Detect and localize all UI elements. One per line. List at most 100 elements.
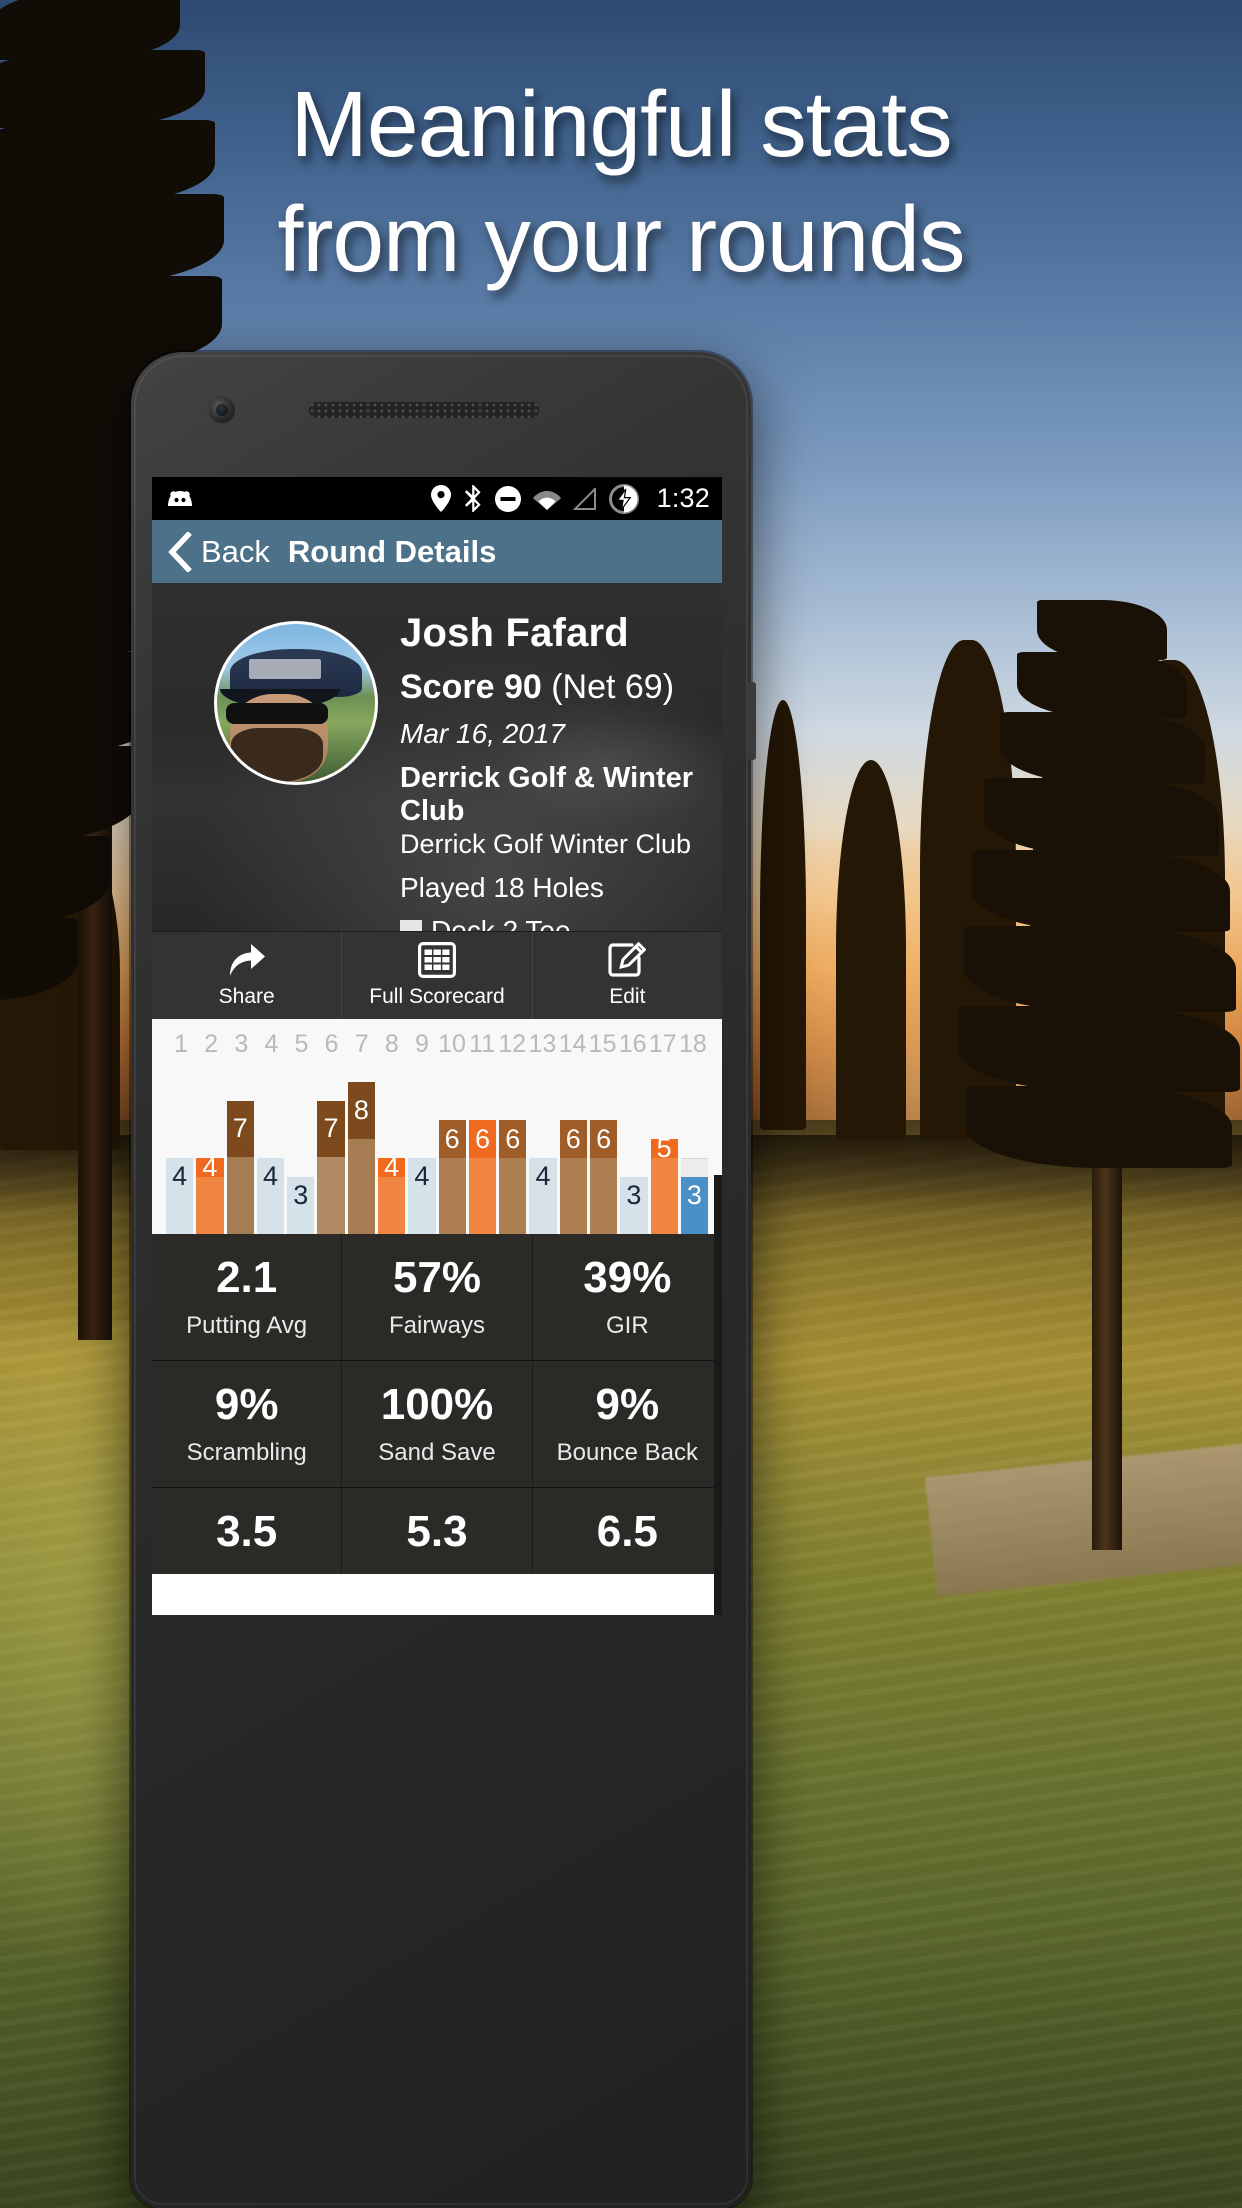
notification-icon [168, 490, 192, 506]
score-bar-body: 3 [620, 1177, 648, 1234]
score-bar: 7 [226, 1101, 254, 1234]
score-bar-column[interactable]: 6 [499, 1073, 527, 1234]
status-bar-notifications [166, 488, 431, 510]
stat-cell[interactable]: 100% Sand Save [342, 1361, 533, 1487]
hole-number: 8 [384, 1030, 399, 1058]
hole-number: 14 [558, 1030, 587, 1058]
stat-row: 2.1 Putting Avg 57% Fairways 39% GIR [152, 1234, 722, 1361]
stat-label: GIR [605, 1312, 649, 1339]
stat-cell[interactable]: 5.3 [342, 1488, 533, 1574]
chevron-left-icon [168, 531, 192, 572]
edit-button[interactable]: Edit [533, 932, 722, 1019]
full-scorecard-button[interactable]: Full Scorecard [342, 932, 533, 1019]
stat-cell[interactable]: 9% Scrambling [152, 1361, 343, 1487]
score-bar-column[interactable]: 6 [559, 1073, 587, 1234]
tee-color-swatch [400, 920, 422, 931]
score-value-label: 6 [468, 1120, 497, 1158]
score-bar-body [347, 1139, 375, 1234]
player-name: Josh Fafard [400, 611, 629, 655]
stat-label: Bounce Back [556, 1439, 699, 1466]
stat-cell[interactable]: 39% GIR [533, 1234, 722, 1360]
wifi-icon [532, 490, 561, 510]
status-bar-icons: 1:32 [430, 483, 710, 514]
page-title: Round Details [287, 533, 497, 569]
score-bar-body: 3 [287, 1177, 315, 1234]
score-value-label: 4 [414, 1161, 430, 1191]
course-layout-name: Derrick Golf Winter Club [400, 829, 692, 859]
score-bar: 4 [408, 1158, 436, 1234]
score-bar: 6 [499, 1120, 527, 1234]
score-bar-body [226, 1156, 254, 1234]
avatar[interactable] [214, 621, 378, 785]
round-info: Josh Fafard Score 90 (Net 69) Mar 16, 20… [400, 611, 722, 931]
score-bar-body [559, 1158, 587, 1234]
promo-headline: Meaningful stats from your rounds [0, 78, 1242, 286]
score-bar-column[interactable]: 3 [620, 1073, 648, 1234]
score-bar: 6 [438, 1120, 466, 1234]
stat-cell[interactable]: 57% Fairways [342, 1234, 533, 1360]
phone-power-button[interactable] [748, 682, 756, 760]
score-bar: 4 [166, 1158, 194, 1234]
score-bar: 4 [256, 1158, 285, 1234]
back-button[interactable]: Back [166, 531, 270, 572]
foreground-pine-right [942, 600, 1242, 1550]
score-bar-body [589, 1158, 618, 1234]
score-bar: 5 [650, 1133, 678, 1234]
score-bar-column[interactable]: 4 [256, 1073, 285, 1234]
score-value-label: 6 [438, 1120, 466, 1158]
stat-row: 3.5 5.3 6.5 [152, 1488, 722, 1574]
stat-cell[interactable]: 9% Bounce Back [533, 1361, 722, 1487]
hole-number: 15 [588, 1030, 617, 1058]
holes-played: Played 18 Holes [400, 872, 604, 903]
score-bar-column[interactable]: 3 [287, 1073, 315, 1234]
hole-number: 13 [528, 1030, 557, 1058]
score-bar-column[interactable]: 5 [650, 1073, 678, 1234]
stats-grid: 2.1 Putting Avg 57% Fairways 39% GIR 9% Scrambl… [152, 1234, 722, 1574]
score-bar-column[interactable]: 6 [468, 1073, 497, 1234]
net-score-value: (Net 69) [551, 668, 675, 706]
score-value-label: 6 [589, 1120, 618, 1158]
stat-value: 57% [392, 1253, 482, 1302]
android-status-bar: 1:32 [152, 477, 722, 520]
score-bar-body [650, 1158, 678, 1234]
stat-value: 9% [595, 1380, 660, 1429]
score-bar-body [377, 1177, 406, 1234]
score-bar-body [196, 1177, 224, 1234]
headline-line-1: Meaningful stats [290, 72, 952, 176]
score-value-label: 3 [626, 1180, 642, 1210]
stat-cell[interactable]: 2.1 Putting Avg [152, 1234, 343, 1360]
score-bar-column[interactable]: 8 [347, 1073, 375, 1234]
score-bar-column[interactable]: 4 [166, 1073, 194, 1234]
distant-tree [836, 760, 906, 1140]
score-bar-column[interactable]: 6 [438, 1073, 466, 1234]
score-bar-column[interactable]: 7 [317, 1073, 345, 1234]
score-value-label: 4 [196, 1152, 224, 1182]
score-value-label: 7 [317, 1101, 345, 1157]
stat-cell[interactable]: 6.5 [533, 1488, 722, 1574]
score-value-label: 3 [686, 1180, 702, 1210]
share-button[interactable]: Share [152, 932, 343, 1019]
score-bar: 8 [347, 1082, 375, 1234]
score-bar-body: 4 [256, 1158, 285, 1234]
stat-value: 3.5 [216, 1507, 278, 1556]
location-icon [430, 485, 451, 512]
stat-value: 6.5 [596, 1507, 658, 1556]
edit-label: Edit [609, 985, 646, 1008]
battery-charging-icon [608, 483, 639, 514]
bluetooth-icon [464, 485, 481, 512]
score-bar: 6 [589, 1120, 618, 1234]
stat-label: Putting Avg [186, 1312, 308, 1339]
stat-value: 100% [380, 1380, 494, 1429]
score-bar-column[interactable]: 3 [680, 1073, 709, 1234]
score-bar-column[interactable]: 6 [589, 1073, 618, 1234]
score-bar-column[interactable]: 7 [226, 1073, 254, 1234]
score-bar-column[interactable]: 4 [196, 1073, 224, 1234]
score-bar-column[interactable]: 4 [529, 1073, 557, 1234]
score-bar-column[interactable]: 4 [377, 1073, 406, 1234]
hole-number: 3 [234, 1030, 249, 1058]
hole-score-chart[interactable]: 1 2 3 4 5 6 7 8 9 10 11 12 13 14 15 16 17 18 447437844666… [152, 1019, 722, 1234]
score-bar: 6 [559, 1120, 587, 1234]
stat-cell[interactable]: 3.5 [152, 1488, 343, 1574]
score-bar-column[interactable]: 4 [408, 1073, 436, 1234]
headline-line-2: from your rounds [277, 187, 966, 291]
